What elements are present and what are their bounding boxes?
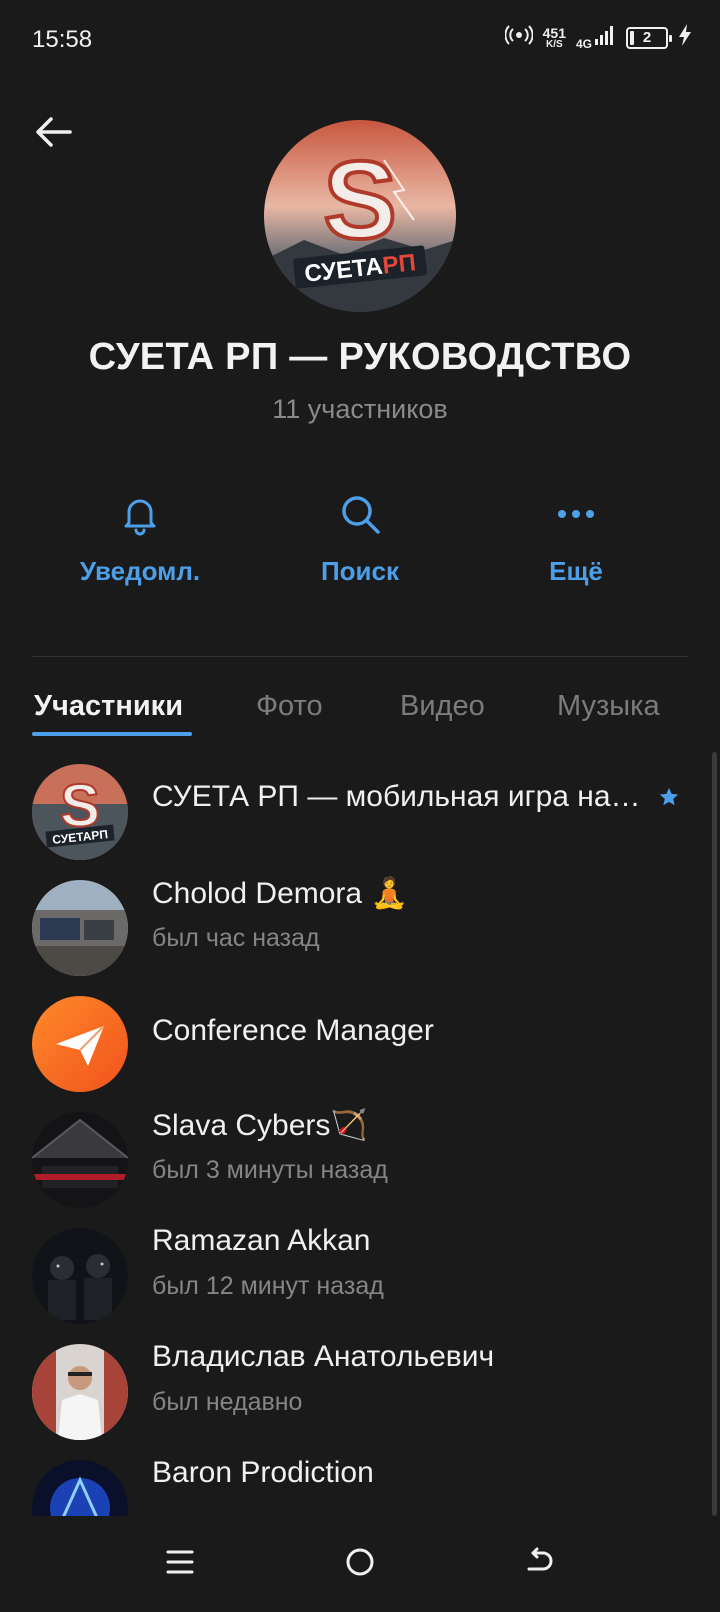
back-return-icon [525, 1547, 555, 1582]
home-circle-icon [345, 1547, 375, 1582]
status-bar: 15:58 451 K/S 4G 2 [0, 0, 720, 80]
list-item[interactable]: Владислав Анатольевич был недавно [0, 1332, 720, 1442]
battery-level: 2 [642, 29, 652, 46]
list-item[interactable]: Cholod Demora 🧘 был час назад [0, 868, 720, 978]
avatar [32, 1344, 128, 1440]
tab-videos[interactable]: Видео [400, 690, 485, 723]
search-label: Поиск [320, 556, 400, 586]
page-title: СУЕТА РП — РУКОВОДСТВО [88, 336, 632, 378]
avatar [32, 880, 128, 976]
signal-group: 4G [576, 25, 616, 50]
list-item[interactable]: Slava Cybers🏹 был 3 минуты назад [0, 1100, 720, 1210]
divider [32, 656, 688, 657]
star-icon [658, 786, 680, 813]
search-icon [336, 490, 384, 538]
tab-indicator [32, 732, 192, 736]
svg-text:S: S [323, 139, 396, 262]
member-name: Conference Manager [152, 1014, 434, 1047]
home-button[interactable] [336, 1540, 384, 1588]
battery-indicator: 2 [626, 26, 672, 49]
tab-photos[interactable]: Фото [256, 690, 323, 723]
tab-members[interactable]: Участники [34, 690, 183, 723]
member-count: 11 участников [272, 394, 448, 424]
more-label: Ещё [549, 556, 603, 586]
more-dots-icon [552, 490, 600, 538]
group-avatar[interactable]: S СУЕТАРП [264, 120, 456, 312]
menu-icon [166, 1548, 194, 1581]
member-name: Cholod Demora 🧘 [152, 877, 408, 910]
list-item[interactable]: Ramazan Akkan был 12 минут назад [0, 1216, 720, 1326]
status-icons: 451 K/S 4G 2 [504, 24, 692, 51]
tab-bar: Участники Фото Видео Музыка [0, 680, 720, 736]
avatar [32, 1228, 128, 1324]
status-time: 15:58 [32, 26, 93, 53]
notifications-button[interactable]: Уведомл. [40, 490, 240, 600]
more-button[interactable]: Ещё [476, 490, 676, 600]
list-item[interactable]: S СУЕТАРП СУЕТА РП — мобильная игра на… [0, 752, 720, 862]
back-button[interactable] [30, 110, 78, 158]
member-status: был 12 минут назад [152, 1272, 384, 1300]
member-name: Владислав Анатольевич [152, 1340, 495, 1373]
list-item[interactable]: Conference Manager [0, 984, 720, 1094]
member-status: был недавно [152, 1388, 303, 1416]
system-nav-bar [0, 1516, 720, 1612]
net-speed-unit: K/S [545, 38, 563, 50]
member-status: был 3 минуты назад [152, 1156, 388, 1184]
tab-music[interactable]: Музыка [557, 690, 660, 723]
action-row: Уведомл. Поиск Ещё [0, 490, 720, 600]
avatar [32, 996, 128, 1092]
avatar [32, 1460, 128, 1516]
member-list[interactable]: S СУЕТАРП СУЕТА РП — мобильная игра на… … [0, 752, 720, 1516]
net-speed: 451 K/S [543, 26, 566, 50]
net-speed-value: 451 [542, 24, 566, 41]
avatar [32, 1112, 128, 1208]
hotspot-icon [504, 24, 534, 51]
search-button[interactable]: Поиск [260, 490, 460, 600]
charging-icon [678, 24, 692, 51]
signal-icon [594, 25, 616, 50]
list-item[interactable]: Baron Prodiction [0, 1448, 720, 1516]
scrollbar[interactable] [712, 752, 717, 1516]
system-back-button[interactable] [516, 1540, 564, 1588]
bell-icon [116, 490, 164, 538]
member-name: Ramazan Akkan [152, 1224, 371, 1257]
menu-button[interactable] [156, 1540, 204, 1588]
member-status: был час назад [152, 924, 320, 952]
member-name: СУЕТА РП — мобильная игра на… [152, 780, 641, 813]
member-name: Slava Cybers🏹 [152, 1109, 368, 1142]
member-name: Baron Prodiction [152, 1456, 374, 1489]
avatar: S СУЕТАРП [32, 764, 128, 860]
arrow-left-icon [34, 116, 74, 153]
network-type: 4G [575, 37, 592, 51]
notifications-label: Уведомл. [79, 556, 201, 586]
